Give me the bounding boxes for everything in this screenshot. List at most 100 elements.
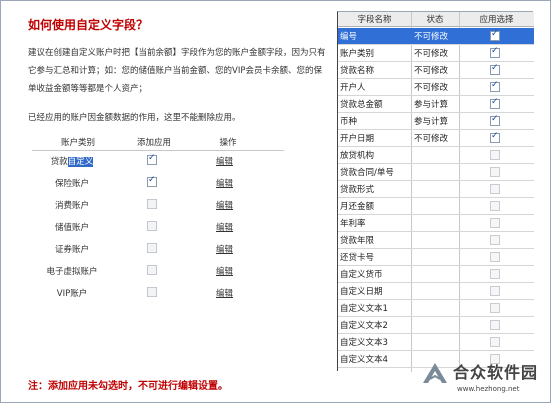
grid-row[interactable]: 贷款年限 bbox=[338, 232, 534, 249]
account-type-label: 贷款 bbox=[50, 157, 68, 167]
account-type-name: 贷款自定义 bbox=[32, 155, 112, 167]
field-name-cell: 放贷机构 bbox=[340, 151, 375, 161]
field-name-cell: 账户类别 bbox=[340, 49, 375, 59]
grid-row[interactable]: 开户人 不可修改 bbox=[338, 79, 534, 96]
apply-checkbox[interactable] bbox=[490, 167, 500, 177]
grid-row[interactable]: 还贷卡号 bbox=[338, 249, 534, 266]
apply-checkbox[interactable] bbox=[490, 97, 500, 109]
edit-link[interactable]: 编辑 bbox=[216, 199, 233, 211]
grid-row[interactable]: 年利率 bbox=[338, 215, 534, 232]
apply-checkbox[interactable] bbox=[490, 114, 500, 126]
grid-header-field[interactable]: 字段名称 bbox=[338, 13, 411, 25]
column-header-operation: 操作 bbox=[219, 138, 237, 148]
account-type-name: VIP账户 bbox=[32, 287, 112, 299]
apply-checkbox[interactable] bbox=[490, 201, 500, 211]
account-type-name: 储值账户 bbox=[32, 221, 112, 233]
account-type-label: VIP账户 bbox=[56, 289, 88, 299]
grid-row[interactable]: 账户类别 不可修改 bbox=[338, 45, 534, 62]
apply-checkbox[interactable] bbox=[490, 269, 500, 279]
apply-checkbox[interactable] bbox=[490, 63, 500, 75]
apply-checkbox[interactable] bbox=[490, 46, 500, 58]
grid-row[interactable]: 贷款总金额 参与计算 bbox=[338, 96, 534, 113]
grid-row[interactable]: 月还金额 bbox=[338, 198, 534, 215]
field-name-cell: 自定义货币 bbox=[340, 270, 383, 280]
add-apply-checkbox[interactable] bbox=[147, 153, 157, 165]
field-name-cell: 贷款名称 bbox=[340, 66, 375, 76]
add-apply-checkbox[interactable] bbox=[147, 243, 157, 253]
field-name-cell: 自定义文本1 bbox=[340, 304, 388, 314]
add-apply-checkbox[interactable] bbox=[147, 199, 157, 209]
note-text: 注：添加应用未勾选时，不可进行编辑设置。 bbox=[28, 381, 228, 392]
add-apply-checkbox[interactable] bbox=[147, 287, 157, 297]
account-type-label: 保险账户 bbox=[54, 179, 89, 189]
status-cell: 不可修改 bbox=[414, 134, 449, 144]
grid-row[interactable]: 编号 不可修改 bbox=[338, 28, 534, 45]
grid-row[interactable]: 自定义货币 bbox=[338, 266, 534, 283]
account-type-name: 消费账户 bbox=[32, 199, 112, 211]
field-name-cell: 自定义文本2 bbox=[340, 321, 388, 331]
watermark-logo-icon bbox=[423, 363, 447, 383]
edit-link[interactable]: 编辑 bbox=[216, 177, 233, 189]
apply-checkbox[interactable] bbox=[490, 286, 500, 296]
apply-checkbox[interactable] bbox=[490, 218, 500, 228]
apply-checkbox[interactable] bbox=[490, 80, 500, 92]
edit-link[interactable]: 编辑 bbox=[216, 243, 233, 255]
grid-row[interactable]: 自定义文本3 bbox=[338, 334, 534, 351]
account-row: 保险账户 编辑 bbox=[2, 174, 336, 194]
grid-row[interactable]: 贷款形式 bbox=[338, 181, 534, 198]
field-name-cell: 贷款总金额 bbox=[340, 100, 383, 110]
field-name-cell: 月还金额 bbox=[340, 202, 375, 212]
field-name-cell: 开户人 bbox=[340, 83, 366, 93]
help-paragraph-2: 已经应用的账户因金额数据的作用，这里不能删除应用。 bbox=[28, 113, 241, 123]
apply-checkbox[interactable] bbox=[490, 131, 500, 143]
field-name-cell: 还贷卡号 bbox=[340, 253, 375, 263]
grid-header-status[interactable]: 状态 bbox=[411, 13, 459, 25]
window-frame: 如何使用自定义字段？ 建议在创建自定义账户时把【当前余额】字段作为您的账户金额字… bbox=[0, 0, 551, 403]
grid-row[interactable]: 贷款合同/单号 bbox=[338, 164, 534, 181]
apply-checkbox[interactable] bbox=[490, 235, 500, 245]
add-apply-checkbox[interactable] bbox=[147, 175, 157, 187]
apply-checkbox[interactable] bbox=[490, 252, 500, 262]
field-name-cell: 贷款年限 bbox=[340, 236, 375, 246]
field-name-cell: 贷款合同/单号 bbox=[340, 168, 394, 178]
edit-link[interactable]: 编辑 bbox=[216, 287, 233, 299]
account-row: VIP账户 编辑 bbox=[2, 284, 336, 304]
apply-checkbox[interactable] bbox=[490, 150, 500, 160]
account-row: 电子虚拟账户 编辑 bbox=[2, 262, 336, 282]
field-name-cell: 自定义文本3 bbox=[340, 338, 388, 348]
add-apply-checkbox[interactable] bbox=[147, 221, 157, 231]
apply-checkbox[interactable] bbox=[490, 337, 500, 347]
grid-row[interactable]: 贷款名称 不可修改 bbox=[338, 62, 534, 79]
watermark-url: www.hezhong.net bbox=[457, 385, 520, 393]
status-cell: 不可修改 bbox=[414, 66, 449, 76]
grid-row[interactable]: 币种 参与计算 bbox=[338, 113, 534, 130]
account-row: 贷款自定义 编辑 bbox=[2, 152, 336, 172]
apply-checkbox[interactable] bbox=[490, 184, 500, 194]
edit-link[interactable]: 编辑 bbox=[216, 265, 233, 277]
edit-link[interactable]: 编辑 bbox=[216, 155, 233, 167]
status-cell: 参与计算 bbox=[414, 100, 449, 110]
account-row: 储值账户 编辑 bbox=[2, 218, 336, 238]
apply-checkbox[interactable] bbox=[490, 320, 500, 330]
grid-row[interactable]: 放贷机构 bbox=[338, 147, 534, 164]
field-name-cell: 自定义日期 bbox=[340, 287, 383, 297]
field-name-cell: 年利率 bbox=[340, 219, 366, 229]
field-name-cell: 自定义文本4 bbox=[340, 355, 388, 365]
grid-row[interactable]: 自定义日期 bbox=[338, 283, 534, 300]
grid-row[interactable]: 自定义文本2 bbox=[338, 317, 534, 334]
account-type-label: 证券账户 bbox=[54, 245, 89, 255]
grid-header-apply[interactable]: 应用选择 bbox=[459, 13, 534, 25]
column-header-add-apply: 添加应用 bbox=[136, 138, 171, 148]
grid-row[interactable]: 开户日期 不可修改 bbox=[338, 130, 534, 147]
edit-link[interactable]: 编辑 bbox=[216, 221, 233, 233]
column-header-account-type: 账户类别 bbox=[60, 138, 95, 148]
grid-row[interactable]: 自定义文本1 bbox=[338, 300, 534, 317]
help-paragraph-1: 建议在创建自定义账户时把【当前余额】字段作为您的账户金额字段，因为只有它参与汇总… bbox=[28, 48, 326, 94]
account-type-name: 保险账户 bbox=[32, 177, 112, 189]
apply-checkbox[interactable] bbox=[490, 29, 500, 41]
selected-text-highlight: 自定义 bbox=[67, 157, 94, 167]
add-apply-checkbox[interactable] bbox=[147, 265, 157, 275]
apply-checkbox[interactable] bbox=[490, 303, 500, 313]
watermark: 合众软件园 www.hezhong.net bbox=[419, 357, 551, 403]
field-grid: 字段名称 状态 应用选择 编号不可修改账户类别不可修改贷款名称不可修改开户人不可… bbox=[337, 11, 534, 372]
